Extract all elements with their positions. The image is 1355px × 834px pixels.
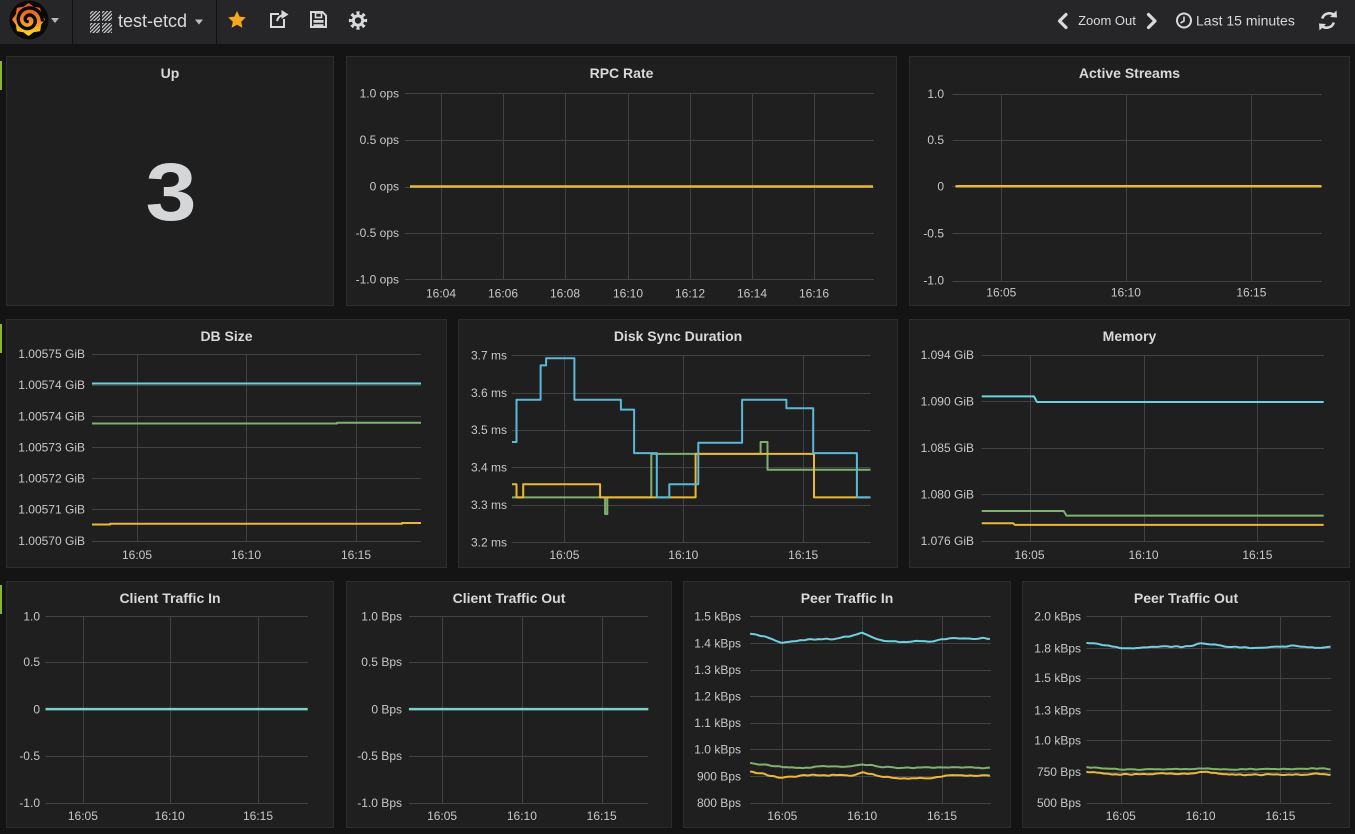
svg-text:1.00572 GiB: 1.00572 GiB [18, 471, 85, 485]
svg-text:1.3 kBps: 1.3 kBps [694, 663, 741, 677]
svg-text:16:05: 16:05 [549, 548, 579, 562]
svg-text:16:15: 16:15 [1242, 548, 1272, 562]
svg-text:16:15: 16:15 [788, 548, 818, 562]
svg-text:16:05: 16:05 [767, 809, 797, 823]
svg-text:1.0 kBps: 1.0 kBps [1034, 733, 1081, 747]
svg-text:16:10: 16:10 [1128, 548, 1158, 562]
svg-text:16:15: 16:15 [243, 809, 273, 823]
svg-text:16:15: 16:15 [587, 809, 617, 823]
svg-text:16:15: 16:15 [927, 809, 957, 823]
svg-text:3.4 ms: 3.4 ms [471, 461, 507, 475]
svg-text:1.080 GiB: 1.080 GiB [921, 488, 974, 502]
svg-text:1.085 GiB: 1.085 GiB [921, 441, 974, 455]
svg-text:-1.0 ops: -1.0 ops [356, 273, 399, 287]
svg-text:16:10: 16:10 [1186, 809, 1216, 823]
svg-text:16:10: 16:10 [668, 548, 698, 562]
svg-text:1.5 kBps: 1.5 kBps [1034, 671, 1081, 685]
svg-text:16:10: 16:10 [231, 548, 261, 562]
svg-text:750 Bps: 750 Bps [1037, 765, 1081, 779]
svg-text:16:16: 16:16 [799, 287, 829, 301]
svg-text:800 Bps: 800 Bps [697, 796, 741, 810]
svg-text:0.5 ops: 0.5 ops [360, 133, 399, 147]
svg-text:Up: Up [161, 65, 180, 81]
svg-text:3.6 ms: 3.6 ms [471, 386, 507, 400]
svg-text:1.0 Bps: 1.0 Bps [361, 610, 402, 624]
svg-text:1.094 GiB: 1.094 GiB [921, 348, 974, 362]
svg-text:16:10: 16:10 [847, 809, 877, 823]
svg-text:16:10: 16:10 [613, 287, 643, 301]
svg-text:16:05: 16:05 [1014, 548, 1044, 562]
svg-text:900 Bps: 900 Bps [697, 769, 741, 783]
svg-text:-0.5 Bps: -0.5 Bps [357, 749, 402, 763]
svg-text:1.4 kBps: 1.4 kBps [694, 636, 741, 650]
svg-text:-0.5 ops: -0.5 ops [356, 226, 399, 240]
svg-text:1.1 kBps: 1.1 kBps [694, 716, 741, 730]
svg-text:16:05: 16:05 [986, 286, 1016, 300]
svg-text:16:15: 16:15 [1265, 809, 1295, 823]
svg-text:Peer Traffic In: Peer Traffic In [801, 590, 894, 606]
svg-text:DB Size: DB Size [200, 328, 252, 344]
svg-text:16:05: 16:05 [68, 809, 98, 823]
svg-text:16:10: 16:10 [1111, 286, 1141, 300]
svg-text:1.2 kBps: 1.2 kBps [694, 690, 741, 704]
svg-text:Active Streams: Active Streams [1079, 65, 1180, 81]
svg-text:Client Traffic In: Client Traffic In [119, 590, 220, 606]
svg-text:Last 15 minutes: Last 15 minutes [1196, 13, 1295, 29]
svg-text:-0.5: -0.5 [19, 749, 40, 763]
svg-text:16:05: 16:05 [122, 548, 152, 562]
svg-text:test-etcd: test-etcd [118, 11, 187, 31]
svg-text:1.5 kBps: 1.5 kBps [694, 610, 741, 624]
svg-text:2.0 kBps: 2.0 kBps [1034, 610, 1081, 624]
svg-text:0: 0 [937, 179, 944, 193]
svg-text:0: 0 [33, 702, 40, 716]
svg-text:1.090 GiB: 1.090 GiB [921, 395, 974, 409]
svg-text:1.0 ops: 1.0 ops [360, 87, 399, 101]
svg-text:0.5 Bps: 0.5 Bps [361, 655, 402, 669]
svg-text:-1.0: -1.0 [19, 796, 40, 810]
svg-text:16:08: 16:08 [550, 287, 580, 301]
svg-text:500 Bps: 500 Bps [1037, 796, 1081, 810]
svg-text:16:15: 16:15 [1236, 286, 1266, 300]
svg-text:3.3 ms: 3.3 ms [471, 498, 507, 512]
svg-text:1.0: 1.0 [927, 87, 944, 101]
svg-text:16:10: 16:10 [155, 809, 185, 823]
svg-text:-1.0 Bps: -1.0 Bps [357, 796, 402, 810]
svg-text:1.00573 GiB: 1.00573 GiB [18, 441, 85, 455]
svg-text:16:05: 16:05 [427, 809, 457, 823]
svg-text:3.2 ms: 3.2 ms [471, 536, 507, 550]
svg-text:16:12: 16:12 [675, 287, 705, 301]
svg-text:1.00571 GiB: 1.00571 GiB [18, 503, 85, 517]
svg-text:16:10: 16:10 [507, 809, 537, 823]
svg-text:RPC Rate: RPC Rate [590, 65, 654, 81]
svg-text:Disk Sync Duration: Disk Sync Duration [614, 328, 742, 344]
svg-text:0 ops: 0 ops [370, 180, 399, 194]
svg-text:16:14: 16:14 [737, 287, 767, 301]
svg-text:1.00575 GiB: 1.00575 GiB [18, 347, 85, 361]
svg-text:1.00574 GiB: 1.00574 GiB [18, 409, 85, 423]
svg-text:-0.5: -0.5 [923, 227, 944, 241]
svg-text:0.5: 0.5 [23, 655, 40, 669]
svg-text:1.8 kBps: 1.8 kBps [1034, 641, 1081, 655]
svg-text:1.0: 1.0 [23, 610, 40, 624]
svg-text:1.3 kBps: 1.3 kBps [1034, 704, 1081, 718]
svg-text:-1.0: -1.0 [923, 274, 944, 288]
svg-text:1.00570 GiB: 1.00570 GiB [18, 534, 85, 548]
svg-text:Memory: Memory [1103, 328, 1157, 344]
svg-text:16:15: 16:15 [341, 548, 371, 562]
svg-text:3.5 ms: 3.5 ms [471, 423, 507, 437]
svg-text:0.5: 0.5 [927, 133, 944, 147]
svg-text:16:06: 16:06 [488, 287, 518, 301]
svg-text:16:04: 16:04 [426, 287, 456, 301]
svg-text:0 Bps: 0 Bps [371, 702, 402, 716]
svg-text:3.7 ms: 3.7 ms [471, 348, 507, 362]
svg-text:16:05: 16:05 [1106, 809, 1136, 823]
svg-text:Client Traffic Out: Client Traffic Out [453, 590, 566, 606]
svg-text:1.0 kBps: 1.0 kBps [694, 743, 741, 757]
svg-text:1.076 GiB: 1.076 GiB [921, 534, 974, 548]
svg-text:1.00574 GiB: 1.00574 GiB [18, 378, 85, 392]
svg-text:Peer Traffic Out: Peer Traffic Out [1134, 590, 1239, 606]
svg-text:3: 3 [145, 147, 196, 238]
svg-text:Zoom Out: Zoom Out [1078, 13, 1136, 28]
